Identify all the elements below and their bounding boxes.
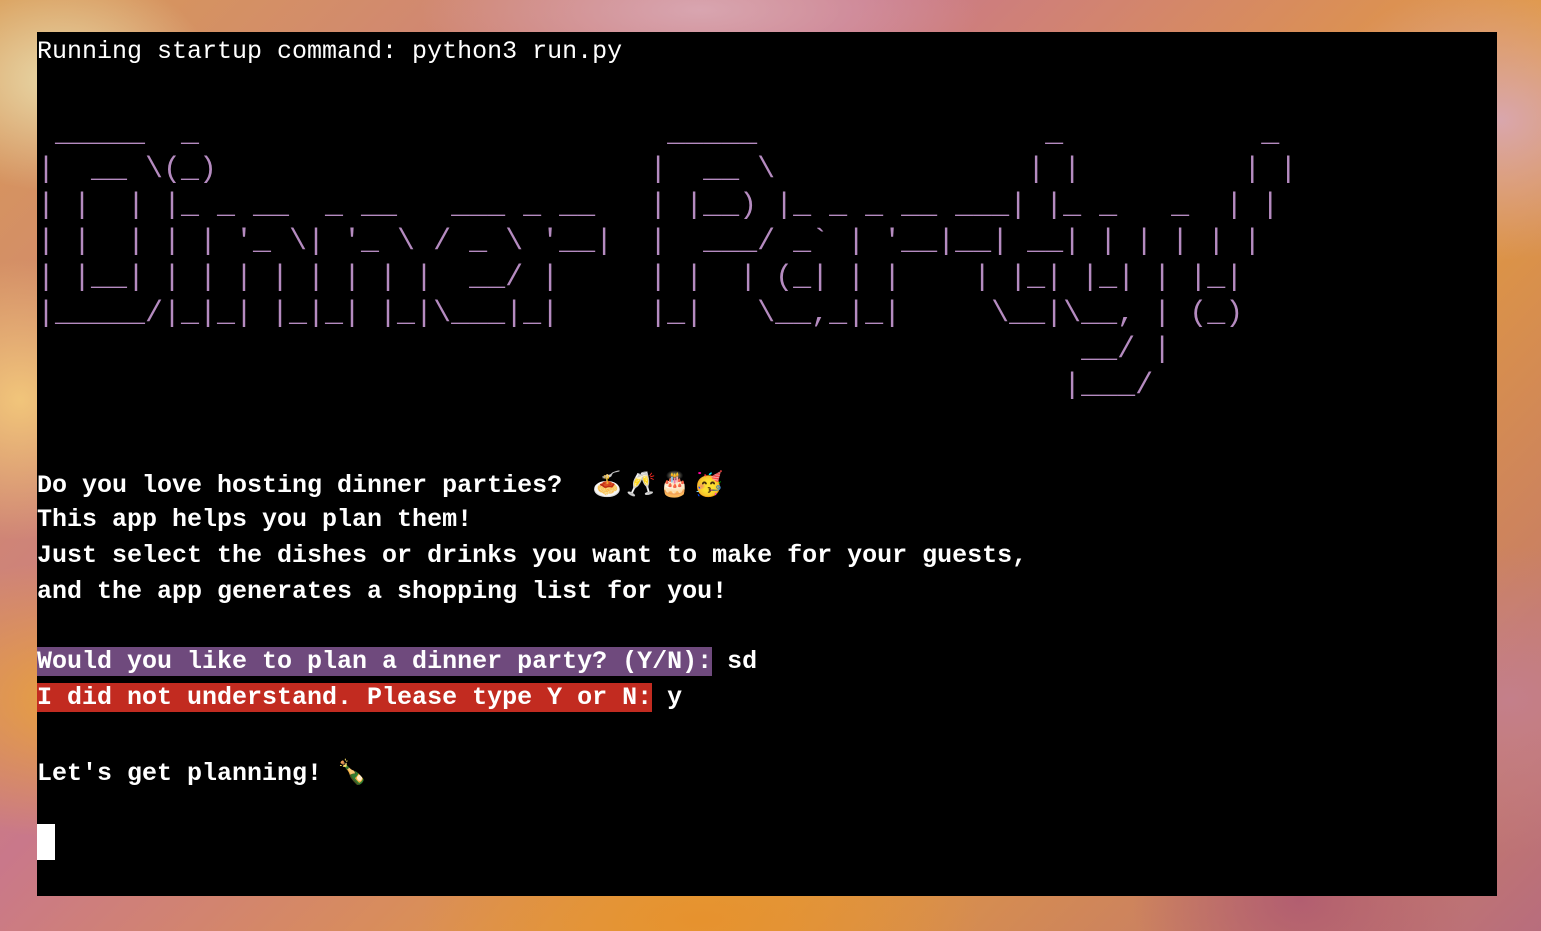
user-answer: y <box>667 683 683 712</box>
banner-line: |___/ <box>37 369 1244 403</box>
champagne-icon: 🍾 <box>337 758 371 786</box>
startup-command-line: Running startup command: python3 run.py <box>37 37 623 66</box>
plan-prompt-line: Would you like to plan a dinner party? (… <box>37 644 757 680</box>
error-prompt: I did not understand. Please type Y or N… <box>37 683 653 712</box>
user-answer: sd <box>727 647 758 676</box>
banner-line: |_____/|_|_| |_|_| |_|\___|_| |_| \__,_|… <box>37 297 1244 331</box>
banner-line: | |__| | | | | | | | | __/ | | | | (_| |… <box>37 261 1244 295</box>
banner-line: | __ \(_) | __ \ | | | | <box>37 153 1298 187</box>
terminal-cursor[interactable] <box>37 824 55 860</box>
plan-prompt: Would you like to plan a dinner party? (… <box>37 647 713 676</box>
planning-message: Let's get planning! 🍾 <box>37 754 371 790</box>
error-prompt-line: I did not understand. Please type Y or N… <box>37 680 682 716</box>
intro-text: Do you love hosting dinner parties? <box>37 471 563 500</box>
party-emoji-icons: 🍝🥂🎂🥳 <box>592 470 728 498</box>
planning-text: Let's get planning! <box>37 759 323 788</box>
dinner-party-ascii-banner: _____ _ _____ _ _ | __ \(_) | __ \ | | |… <box>37 116 1297 404</box>
terminal-window[interactable]: Running startup command: python3 run.py … <box>37 32 1497 896</box>
banner-line: | | | |_ _ __ _ __ ___ _ __ | |__) |_ _ … <box>37 189 1280 223</box>
banner-line: __/ | <box>37 333 1244 367</box>
intro-line: Just select the dishes or drinks you wan… <box>37 541 1028 570</box>
banner-line: | | | | | '_ \| '_ \ / _ \ '__| | ___/ _… <box>37 225 1262 259</box>
intro-line: and the app generates a shopping list fo… <box>37 577 728 606</box>
intro-line: Do you love hosting dinner parties? 🍝🥂🎂🥳 <box>37 466 728 502</box>
banner-line: _____ _ _____ _ _ <box>37 117 1298 151</box>
intro-line: This app helps you plan them! <box>37 505 473 534</box>
